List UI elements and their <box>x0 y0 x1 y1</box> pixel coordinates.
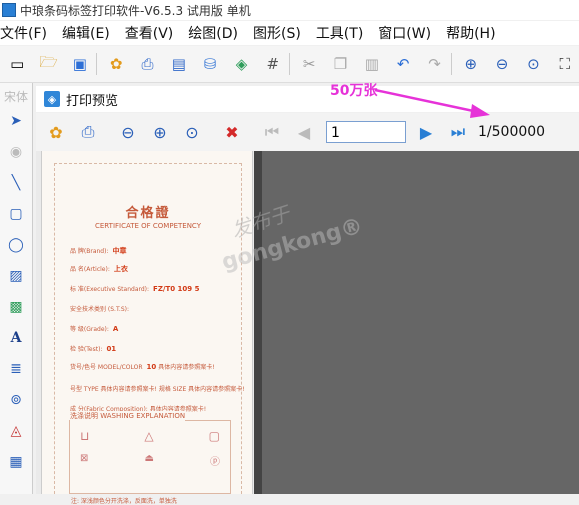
select-tool-icon[interactable]: ➤ <box>3 108 29 134</box>
hand-wash-icon: ⊔ <box>80 429 90 443</box>
toolbar-separator <box>289 53 290 75</box>
preview-window-icon: ◈ <box>44 91 60 107</box>
menu-draw[interactable]: 绘图(D) <box>188 23 238 43</box>
cut-icon[interactable]: ✂ <box>299 53 319 75</box>
label-title: 合格證 <box>125 206 171 221</box>
label-row: 号型 TYPE 具体内容请参照案卡! 规格 SIZE 具体内容请参照案卡! <box>70 386 245 393</box>
previous-page-icon[interactable]: ◀ <box>292 120 316 144</box>
label-row: 品 名(Article): 上衣 <box>70 265 128 273</box>
menu-bar: 文件(F) 编辑(E) 查看(V) 绘图(D) 图形(S) 工具(T) 窗口(W… <box>0 21 579 45</box>
menu-tools[interactable]: 工具(T) <box>316 23 363 43</box>
washing-instructions-box: 洗涤说明 WASHING EXPLANATION ⊔ △ ▢ ⊠ ⏏ ⓟ <box>69 411 231 494</box>
do-not-iron-icon: ⊠ <box>80 453 89 464</box>
toolbar-separator <box>450 53 452 75</box>
undo-icon[interactable]: ↶ <box>393 53 413 75</box>
print-icon[interactable]: ⎙ <box>76 120 100 144</box>
data-source-icon[interactable]: ◈ <box>231 53 251 75</box>
preview-toolbar: ✿ ⎙ ⊖ ⊕ ⊙ ✖ ⏮ ◀ 1 ▶ ⏭ 1/500000 <box>36 113 579 151</box>
page-shadow <box>254 151 262 494</box>
menu-shape[interactable]: 图形(S) <box>253 23 301 43</box>
zoom-out-icon[interactable]: ⊖ <box>492 53 512 75</box>
database-icon[interactable]: ⛁ <box>200 53 220 75</box>
toolbar-separator <box>96 53 97 75</box>
label-row: 货号/色号 MODEL/COLOR 10 具体内容请参照案卡! <box>70 363 215 371</box>
menu-file[interactable]: 文件(F) <box>0 23 47 43</box>
disabled-tool-icon[interactable]: ◉ <box>3 139 29 165</box>
window-title: 中琅条码标签打印软件-V6.5.3 试用版 单机 <box>20 3 251 18</box>
rectangle-tool-icon[interactable]: ▢ <box>3 201 29 227</box>
zoom-out-icon[interactable]: ⊖ <box>116 120 140 144</box>
window-titlebar: 中琅条码标签打印软件-V6.5.3 试用版 单机 <box>0 0 579 20</box>
label-subtitle: CERTIFICATE OF COMPETENCY <box>95 222 201 230</box>
washing-note: 注: 深浅颜色分开洗涤，反面洗，单独洗 <box>71 498 177 505</box>
dry-clean-icon: ⓟ <box>210 457 220 468</box>
text-tool-icon[interactable]: A <box>3 325 29 351</box>
zoom-fit-icon[interactable]: ⊙ <box>180 120 204 144</box>
label-page: 合格證 CERTIFICATE OF COMPETENCY 品 牌(Brand)… <box>41 151 253 505</box>
new-file-icon[interactable]: ▭ <box>7 53 27 75</box>
font-name-label: 宋体 <box>3 90 28 104</box>
grid-icon[interactable]: # <box>263 53 283 75</box>
qrcode-tool-icon[interactable]: ▦ <box>3 449 29 475</box>
washing-title: 洗涤说明 WASHING EXPLANATION <box>70 411 186 421</box>
preview-icon[interactable]: ▤ <box>169 53 189 75</box>
paste-icon[interactable]: ▥ <box>362 53 382 75</box>
annotation-label: 50万张 <box>330 83 378 99</box>
menu-edit[interactable]: 编辑(E) <box>62 23 110 43</box>
label-row: 安全技术类别 (S.T.S): <box>70 306 129 313</box>
tools-panel: ➤ ◉ ╲ ▢ ◯ ▨ ▩ A ≣ ⊚ ◬ ▦ <box>0 83 33 494</box>
label-row: 等 级(Grade): A <box>70 325 119 333</box>
washing-icons-row: ⊠ ⏏ ⓟ <box>80 453 220 468</box>
close-preview-icon[interactable]: ✖ <box>220 120 244 144</box>
zoom-full-icon[interactable]: ⛶ <box>555 53 575 75</box>
zoom-in-icon[interactable]: ⊕ <box>148 120 172 144</box>
last-page-icon[interactable]: ⏭ <box>446 120 470 144</box>
next-page-icon[interactable]: ▶ <box>414 120 438 144</box>
copy-icon[interactable]: ❐ <box>330 53 350 75</box>
settings-icon[interactable]: ✿ <box>106 53 126 75</box>
iron-low-icon: ⏏ <box>144 453 154 464</box>
label-row: 标 准(Executive Standard): FZ/T0 109 5 <box>70 285 200 293</box>
redo-icon[interactable]: ↷ <box>424 53 444 75</box>
page-total-label: 1/500000 <box>478 124 546 140</box>
first-page-icon[interactable]: ⏮ <box>260 120 284 144</box>
no-bleach-icon: △ <box>144 429 154 443</box>
shape-tool-icon[interactable]: ◬ <box>3 418 29 444</box>
label-row: 品 牌(Brand): 中章 <box>70 247 127 255</box>
print-preview-title: ◈ 打印预览 <box>36 86 579 112</box>
picture-tool-icon[interactable]: ▩ <box>3 294 29 320</box>
barcode-tool-icon[interactable]: ≣ <box>3 356 29 382</box>
preview-canvas: 合格證 CERTIFICATE OF COMPETENCY 品 牌(Brand)… <box>36 151 579 505</box>
page-number-input[interactable]: 1 <box>326 121 406 143</box>
label-border: 合格證 CERTIFICATE OF COMPETENCY 品 牌(Brand)… <box>54 163 245 505</box>
preview-background <box>262 151 579 494</box>
record-tool-icon[interactable]: ⊚ <box>3 387 29 413</box>
zoom-in-icon[interactable]: ⊕ <box>461 53 481 75</box>
print-icon[interactable]: ⎙ <box>137 53 157 75</box>
save-icon[interactable]: ▣ <box>70 53 90 75</box>
zoom-fit-icon[interactable]: ⊙ <box>523 53 543 75</box>
menu-view[interactable]: 查看(V) <box>125 23 174 43</box>
menu-help[interactable]: 帮助(H) <box>446 23 495 43</box>
main-toolbar: ▭ 🗁 ▣ ✿ ⎙ ▤ ⛁ ◈ # ✂ ❐ ▥ ↶ ↷ ⊕ ⊖ ⊙ ⛶ <box>0 46 579 83</box>
image-tool-icon[interactable]: ▨ <box>3 263 29 289</box>
app-icon <box>2 3 16 17</box>
print-settings-icon[interactable]: ✿ <box>44 120 68 144</box>
line-tool-icon[interactable]: ╲ <box>3 170 29 196</box>
ellipse-tool-icon[interactable]: ◯ <box>3 232 29 258</box>
tumble-dry-icon: ▢ <box>208 429 220 443</box>
preview-title-text: 打印预览 <box>66 93 119 109</box>
washing-icons-row: ⊔ △ ▢ <box>80 429 220 443</box>
open-folder-icon[interactable]: 🗁 <box>38 53 58 75</box>
menu-window[interactable]: 窗口(W) <box>378 23 431 43</box>
label-row: 检 验(Test): 01 <box>70 345 117 353</box>
